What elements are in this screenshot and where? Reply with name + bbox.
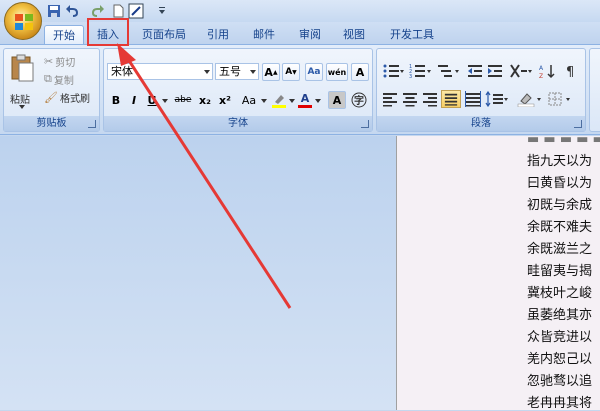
annotation-arrow <box>117 43 292 309</box>
office-button[interactable] <box>4 2 42 40</box>
office-logo-icon <box>15 14 33 30</box>
